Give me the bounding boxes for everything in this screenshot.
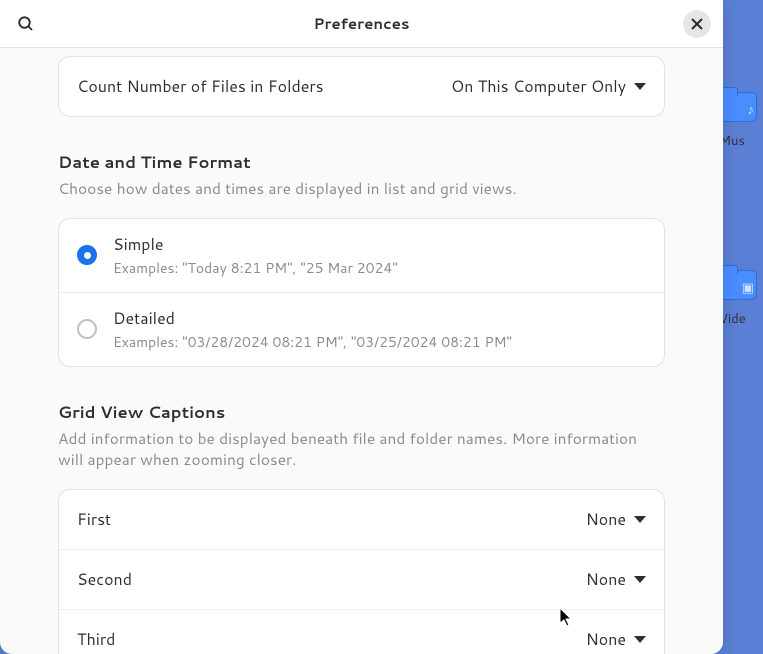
close-icon xyxy=(691,18,703,30)
datetime-desc: Choose how dates and times are displayed… xyxy=(58,178,665,200)
chevron-down-icon xyxy=(634,516,646,523)
radio-simple-label: Simple xyxy=(113,233,398,256)
folder-icon: ♪ xyxy=(719,92,757,122)
datetime-section-header: Date and Time Format Choose how dates an… xyxy=(58,151,665,200)
chevron-down-icon xyxy=(634,636,646,643)
radio-detailed-sub: Examples: "03/28/2024 08:21 PM", "03/25/… xyxy=(113,332,512,352)
preferences-content[interactable]: Count Number of Files in Folders On This… xyxy=(0,48,723,654)
bg-folder-videos: ▣ Vide xyxy=(719,270,757,328)
caption-row-third[interactable]: Third None xyxy=(59,610,664,654)
caption-first-label: First xyxy=(77,508,111,531)
caption-third-value: None xyxy=(586,628,626,651)
search-icon xyxy=(17,15,35,33)
music-note-icon: ♪ xyxy=(748,101,755,119)
caption-row-first[interactable]: First None xyxy=(59,490,664,550)
radio-body: Simple Examples: "Today 8:21 PM", "25 Ma… xyxy=(113,233,398,278)
video-icon: ▣ xyxy=(742,279,754,297)
folder-icon: ▣ xyxy=(719,270,757,300)
caption-first-value: None xyxy=(586,508,626,531)
search-button[interactable] xyxy=(12,10,40,38)
titlebar: Preferences xyxy=(0,0,723,48)
radio-simple[interactable] xyxy=(77,245,97,265)
close-button[interactable] xyxy=(683,10,711,38)
count-files-row[interactable]: Count Number of Files in Folders On This… xyxy=(59,57,664,116)
datetime-title: Date and Time Format xyxy=(58,151,665,174)
caption-second-dropdown[interactable]: None xyxy=(586,568,646,591)
datetime-option-detailed[interactable]: Detailed Examples: "03/28/2024 08:21 PM"… xyxy=(59,293,664,366)
radio-detailed[interactable] xyxy=(77,319,97,339)
count-files-dropdown[interactable]: On This Computer Only xyxy=(451,75,646,98)
radio-detailed-label: Detailed xyxy=(113,307,512,330)
caption-third-label: Third xyxy=(77,628,115,651)
folder-label: Vide xyxy=(719,310,746,328)
preferences-window: Preferences Count Number of Files in Fol… xyxy=(0,0,723,654)
chevron-down-icon xyxy=(634,83,646,90)
caption-third-dropdown[interactable]: None xyxy=(586,628,646,651)
bg-folder-music: ♪ Mus xyxy=(719,92,757,150)
caption-first-dropdown[interactable]: None xyxy=(586,508,646,531)
captions-title: Grid View Captions xyxy=(58,401,665,424)
caption-second-value: None xyxy=(586,568,626,591)
datetime-option-simple[interactable]: Simple Examples: "Today 8:21 PM", "25 Ma… xyxy=(59,219,664,293)
count-files-label: Count Number of Files in Folders xyxy=(77,75,324,98)
count-files-group: Count Number of Files in Folders On This… xyxy=(58,56,665,117)
count-files-value: On This Computer Only xyxy=(451,75,626,98)
window-title: Preferences xyxy=(313,13,409,34)
radio-simple-sub: Examples: "Today 8:21 PM", "25 Mar 2024" xyxy=(113,258,398,278)
captions-desc: Add information to be displayed beneath … xyxy=(58,428,665,471)
caption-second-label: Second xyxy=(77,568,132,591)
caption-row-second[interactable]: Second None xyxy=(59,550,664,610)
chevron-down-icon xyxy=(634,576,646,583)
captions-group: First None Second None Third None xyxy=(58,489,665,654)
captions-section-header: Grid View Captions Add information to be… xyxy=(58,401,665,471)
radio-body: Detailed Examples: "03/28/2024 08:21 PM"… xyxy=(113,307,512,352)
datetime-options-group: Simple Examples: "Today 8:21 PM", "25 Ma… xyxy=(58,218,665,367)
